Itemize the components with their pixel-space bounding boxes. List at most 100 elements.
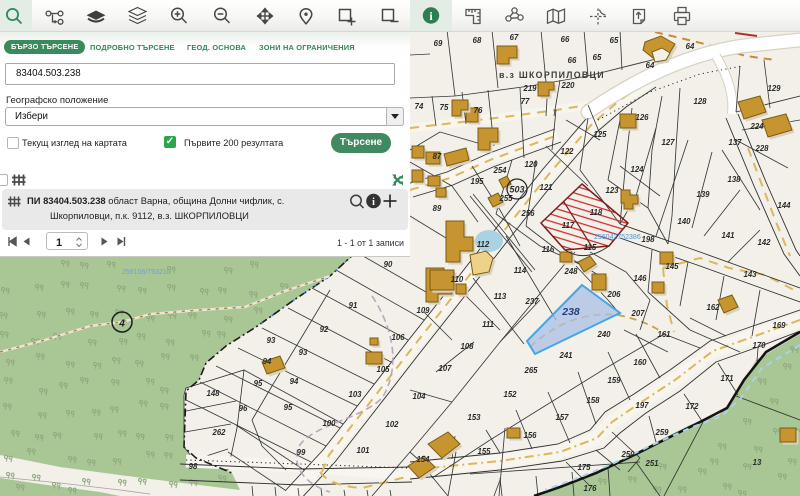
svg-text:240: 240 <box>596 330 611 339</box>
svg-text:169: 169 <box>772 321 786 330</box>
svg-text:66: 66 <box>568 56 577 65</box>
svg-text:129: 129 <box>767 84 781 93</box>
svg-text:108: 108 <box>460 342 474 351</box>
svg-text:109: 109 <box>416 306 430 315</box>
svg-text:4: 4 <box>118 319 125 330</box>
svg-text:254: 254 <box>492 166 507 175</box>
svg-text:104: 104 <box>412 392 426 401</box>
svg-text:128: 128 <box>693 97 707 106</box>
svg-text:123: 123 <box>605 186 619 195</box>
svg-text:114: 114 <box>514 266 527 275</box>
svg-text:265: 265 <box>523 366 538 375</box>
svg-text:228: 228 <box>754 144 769 153</box>
svg-text:115: 115 <box>584 243 597 252</box>
svg-text:248: 248 <box>563 267 578 276</box>
svg-text:101: 101 <box>356 446 369 455</box>
svg-text:259: 259 <box>654 428 669 437</box>
svg-text:162: 162 <box>706 303 720 312</box>
svg-text:106: 106 <box>391 333 405 342</box>
svg-text:105: 105 <box>376 365 390 374</box>
svg-text:195: 195 <box>470 177 484 186</box>
svg-text:176: 176 <box>583 484 597 493</box>
svg-text:219: 219 <box>522 84 537 93</box>
svg-text:96: 96 <box>239 404 248 413</box>
svg-text:65: 65 <box>610 36 619 45</box>
svg-text:503: 503 <box>509 185 524 195</box>
svg-text:143: 143 <box>743 270 757 279</box>
svg-text:74: 74 <box>415 102 424 111</box>
svg-text:116: 116 <box>542 245 555 254</box>
svg-text:64: 64 <box>646 61 655 70</box>
svg-text:251: 251 <box>644 459 658 468</box>
svg-text:94: 94 <box>290 377 299 386</box>
svg-text:120: 120 <box>524 160 538 169</box>
svg-text:113: 113 <box>494 292 507 301</box>
svg-text:118: 118 <box>590 208 603 217</box>
svg-text:110: 110 <box>451 275 464 284</box>
svg-text:126: 126 <box>635 113 649 122</box>
svg-text:94: 94 <box>263 357 272 366</box>
svg-text:117: 117 <box>562 221 575 230</box>
svg-text:100: 100 <box>322 419 336 428</box>
svg-text:139: 139 <box>696 190 710 199</box>
svg-text:127: 127 <box>661 138 675 147</box>
svg-text:в.з ШКОРПИЛОВЦИ: в.з ШКОРПИЛОВЦИ <box>499 70 605 80</box>
svg-text:93: 93 <box>299 348 308 357</box>
svg-text:13: 13 <box>753 458 762 467</box>
svg-text:159: 159 <box>607 376 621 385</box>
svg-text:256042752386: 256042752386 <box>594 234 641 241</box>
svg-text:102: 102 <box>385 420 399 429</box>
svg-text:250: 250 <box>620 450 635 459</box>
svg-text:68: 68 <box>473 36 482 45</box>
svg-text:76: 76 <box>474 106 483 115</box>
svg-text:148: 148 <box>206 389 220 398</box>
svg-text:138: 138 <box>727 175 741 184</box>
svg-text:121: 121 <box>539 183 552 192</box>
svg-text:111: 111 <box>482 320 494 329</box>
svg-text:172: 172 <box>685 402 699 411</box>
svg-text:256: 256 <box>520 209 535 218</box>
svg-text:161: 161 <box>657 330 670 339</box>
svg-text:238: 238 <box>561 306 580 318</box>
svg-text:144: 144 <box>777 201 791 210</box>
svg-text:89: 89 <box>433 204 442 213</box>
svg-text:198: 198 <box>641 235 655 244</box>
svg-text:98: 98 <box>189 462 198 471</box>
svg-text:122: 122 <box>560 147 574 156</box>
svg-text:95: 95 <box>284 403 293 412</box>
svg-text:262: 262 <box>211 428 226 437</box>
svg-text:112: 112 <box>477 240 490 249</box>
svg-text:103: 103 <box>348 390 362 399</box>
svg-text:256106/753210: 256106/753210 <box>122 269 171 276</box>
svg-text:155: 155 <box>477 447 491 456</box>
svg-text:146: 146 <box>633 274 647 283</box>
svg-text:153: 153 <box>467 413 481 422</box>
svg-text:65: 65 <box>593 53 602 62</box>
svg-text:154: 154 <box>416 455 430 464</box>
svg-text:170: 170 <box>752 341 766 350</box>
svg-text:141: 141 <box>721 231 734 240</box>
svg-text:142: 142 <box>757 238 771 247</box>
svg-text:197: 197 <box>635 401 649 410</box>
svg-text:158: 158 <box>586 396 600 405</box>
svg-text:107: 107 <box>438 364 452 373</box>
svg-text:241: 241 <box>558 351 572 360</box>
svg-text:69: 69 <box>434 39 443 48</box>
svg-text:99: 99 <box>297 448 306 457</box>
svg-text:140: 140 <box>677 217 691 226</box>
svg-text:66: 66 <box>561 35 570 44</box>
svg-text:206: 206 <box>606 290 621 299</box>
svg-text:255: 255 <box>498 194 513 203</box>
svg-text:152: 152 <box>503 390 517 399</box>
svg-text:137: 137 <box>728 138 742 147</box>
svg-text:91: 91 <box>349 301 358 310</box>
svg-text:224: 224 <box>749 122 764 131</box>
svg-text:64: 64 <box>686 42 695 51</box>
svg-text:171: 171 <box>720 374 733 383</box>
svg-text:95: 95 <box>254 379 263 388</box>
svg-text:237: 237 <box>524 297 539 306</box>
svg-text:207: 207 <box>630 309 645 318</box>
svg-text:93: 93 <box>267 336 276 345</box>
svg-text:75: 75 <box>440 103 449 112</box>
svg-text:77: 77 <box>521 97 530 106</box>
